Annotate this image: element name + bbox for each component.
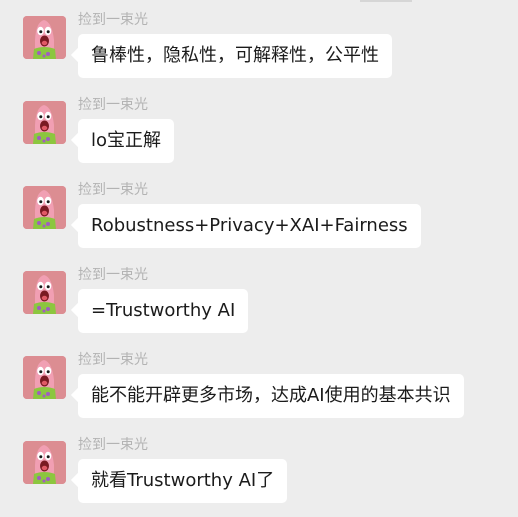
- avatar[interactable]: [23, 16, 66, 59]
- avatar[interactable]: [23, 186, 66, 229]
- chat-message: 捡到一束光 =Trustworthy AI: [0, 267, 518, 347]
- cartoon-character-avatar-icon: [23, 441, 66, 484]
- chat-message: 捡到一束光 lo宝正解: [0, 97, 518, 177]
- chat-message: 捡到一束光 能不能开辟更多市场，达成AI使用的基本共识: [0, 352, 518, 432]
- chat-message: 捡到一束光 就看Trustworthy AI了: [0, 437, 518, 517]
- sender-name: 捡到一束光: [78, 97, 148, 113]
- sender-name: 捡到一束光: [78, 182, 148, 198]
- chat-message-list[interactable]: 捡到一束光 鲁棒性，隐私性，可解释性，公平性 捡到一束光 lo宝正解 捡到一束光…: [0, 0, 518, 511]
- sender-name: 捡到一束光: [78, 267, 148, 283]
- message-bubble[interactable]: 鲁棒性，隐私性，可解释性，公平性: [78, 34, 392, 78]
- message-bubble[interactable]: 就看Trustworthy AI了: [78, 459, 288, 503]
- sender-name: 捡到一束光: [78, 437, 148, 453]
- sender-name: 捡到一束光: [78, 352, 148, 368]
- cartoon-character-avatar-icon: [23, 356, 66, 399]
- cartoon-character-avatar-icon: [23, 186, 66, 229]
- message-bubble[interactable]: 能不能开辟更多市场，达成AI使用的基本共识: [78, 374, 464, 418]
- chat-message: 捡到一束光 鲁棒性，隐私性，可解释性，公平性: [0, 12, 518, 92]
- message-bubble[interactable]: =Trustworthy AI: [78, 289, 249, 333]
- avatar[interactable]: [23, 101, 66, 144]
- chat-message: 捡到一束光 Robustness+Privacy+XAI+Fairness: [0, 182, 518, 262]
- message-bubble[interactable]: lo宝正解: [78, 119, 175, 163]
- cartoon-character-avatar-icon: [23, 271, 66, 314]
- sender-name: 捡到一束光: [78, 12, 148, 28]
- message-bubble[interactable]: Robustness+Privacy+XAI+Fairness: [78, 204, 421, 248]
- avatar[interactable]: [23, 271, 66, 314]
- avatar[interactable]: [23, 356, 66, 399]
- cartoon-character-avatar-icon: [23, 16, 66, 59]
- cartoon-character-avatar-icon: [23, 101, 66, 144]
- avatar[interactable]: [23, 441, 66, 484]
